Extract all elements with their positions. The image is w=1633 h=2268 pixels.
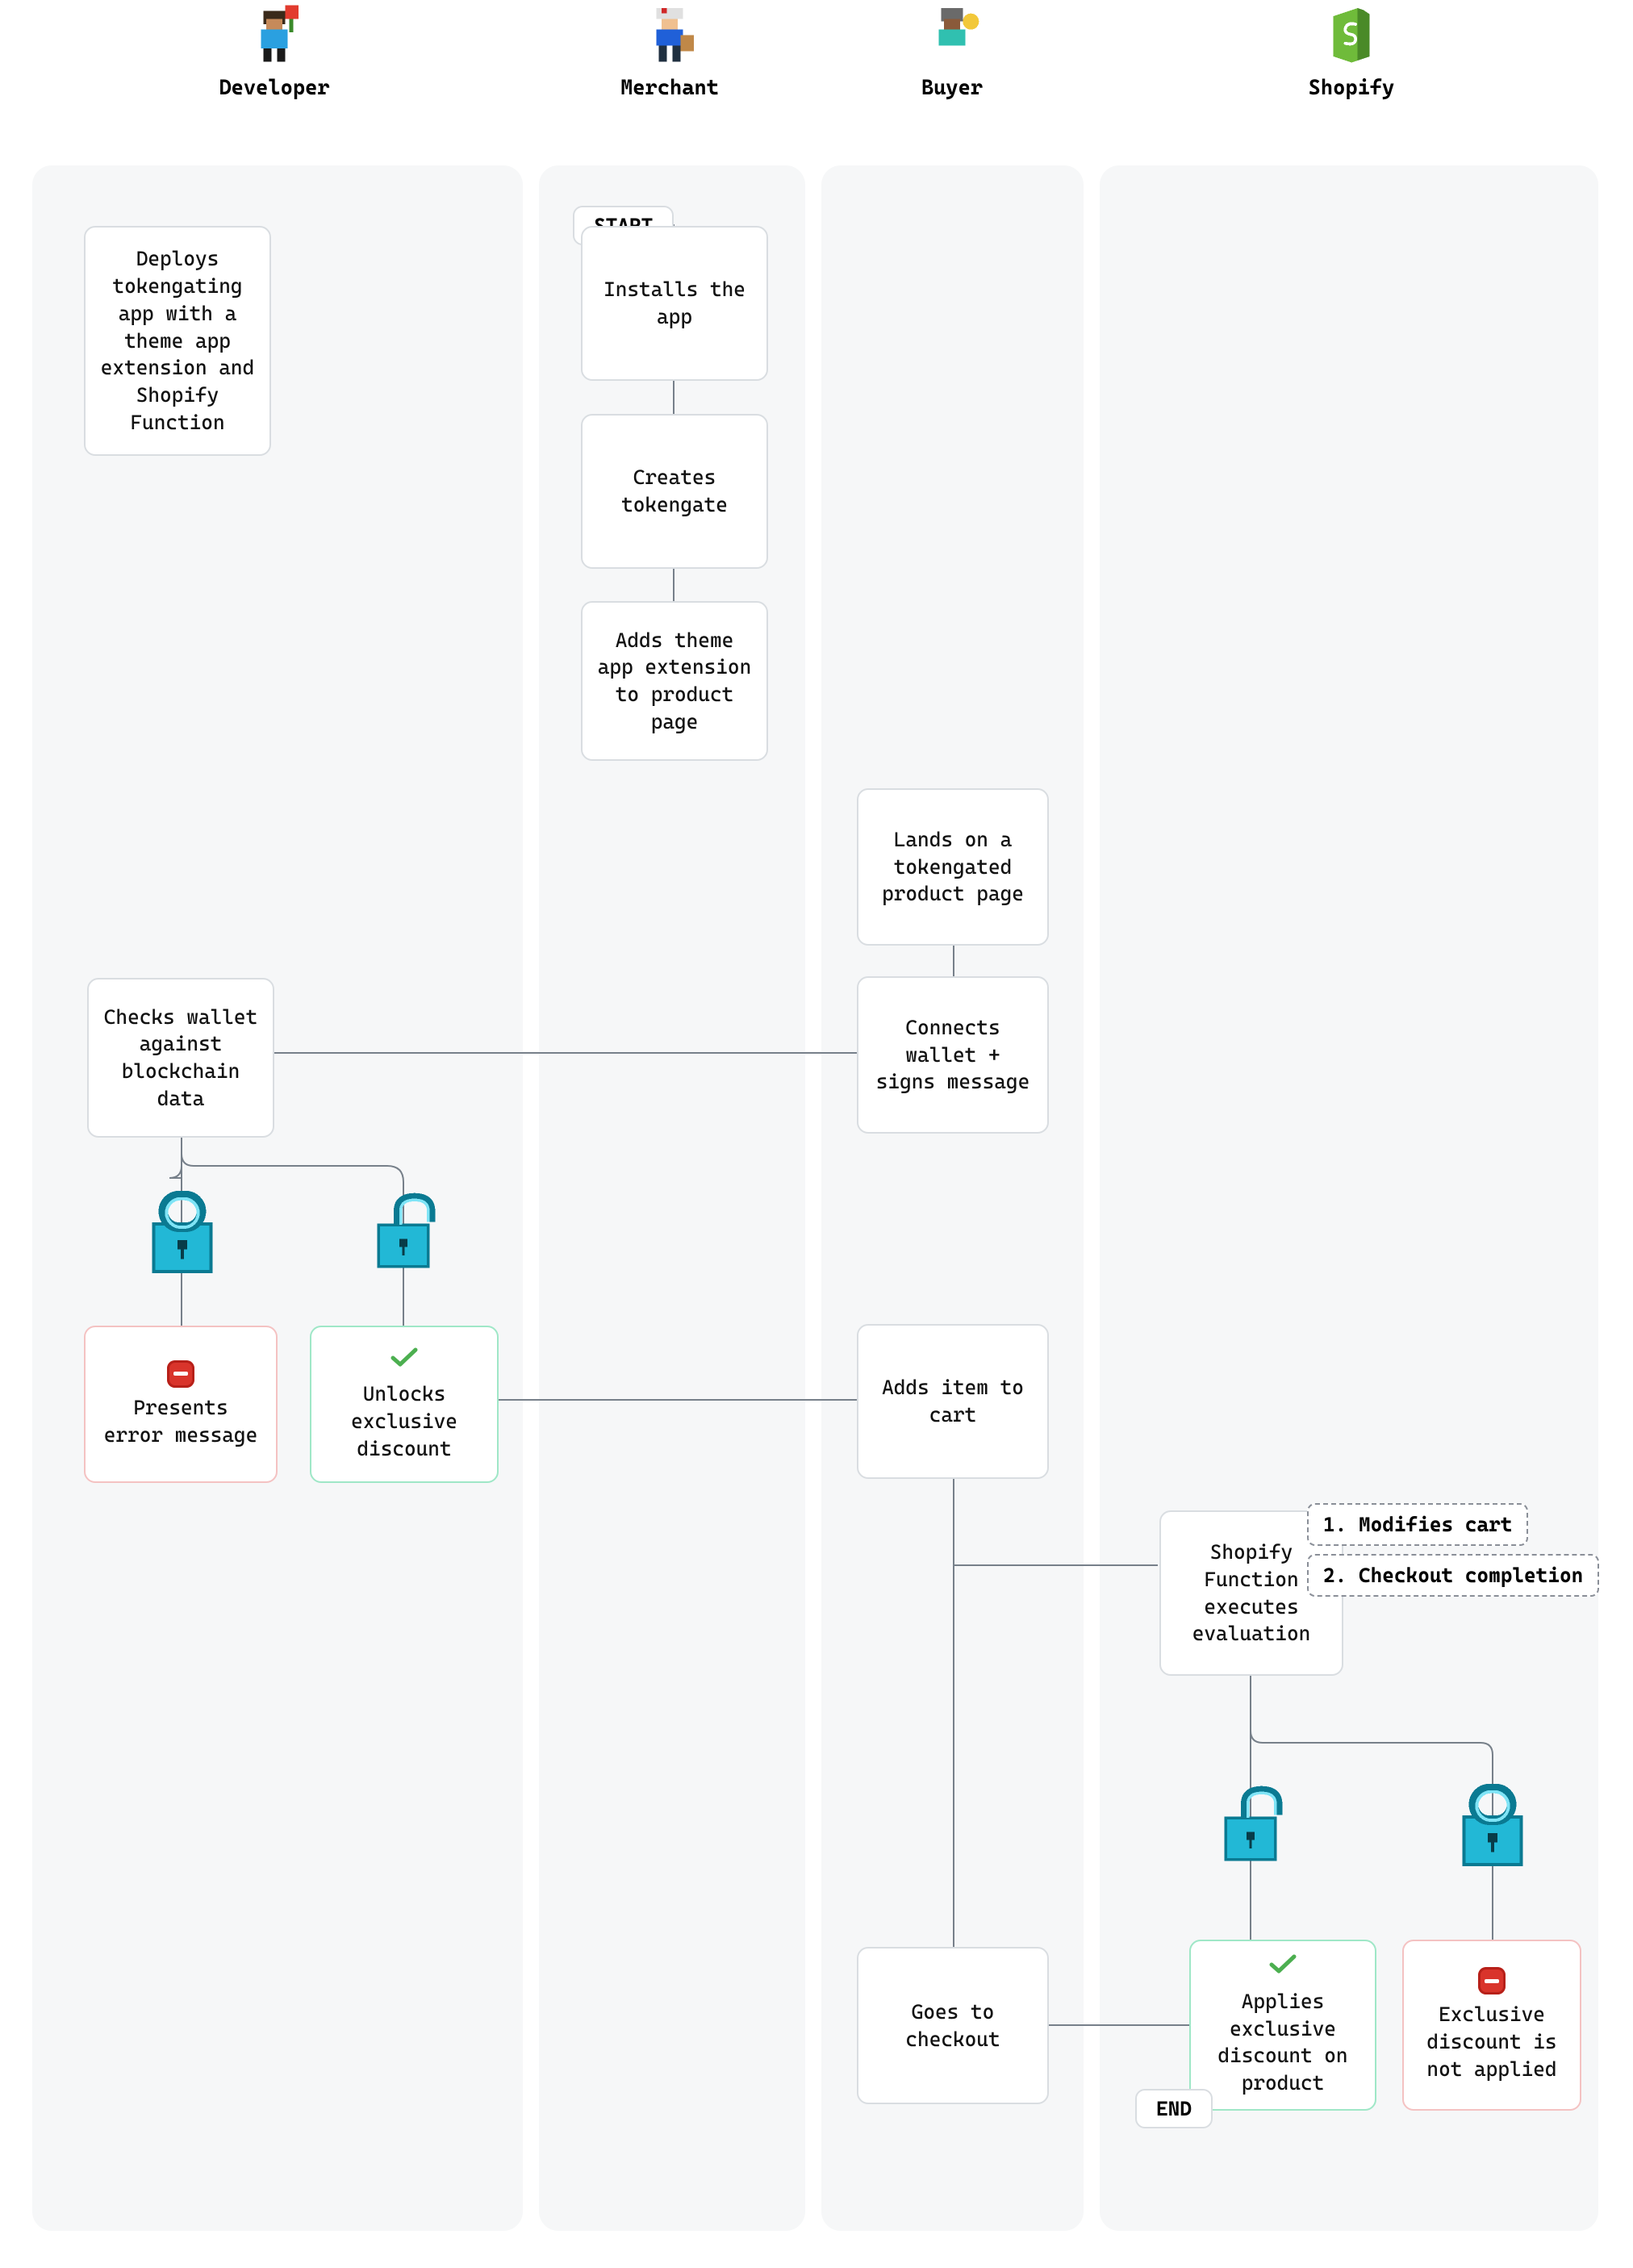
merchant-avatar-icon bbox=[637, 0, 702, 65]
lane-buyer bbox=[821, 165, 1084, 2231]
padlock-closed-icon bbox=[144, 1186, 221, 1275]
note-checkout-completion: 2. Checkout completion bbox=[1307, 1554, 1599, 1597]
stop-icon bbox=[167, 1360, 194, 1388]
padlock-open-icon bbox=[365, 1186, 442, 1275]
node-buyer-lands: Lands on a tokengated product page bbox=[857, 788, 1049, 946]
note-modifies-cart: 1. Modifies cart bbox=[1307, 1503, 1528, 1546]
padlock-open-icon bbox=[1212, 1779, 1289, 1868]
lane-header-merchant: Merchant bbox=[565, 0, 775, 100]
node-dev-unlocks: Unlocks exclusive discount bbox=[310, 1326, 499, 1483]
node-text: Creates tokengate bbox=[597, 464, 752, 519]
developer-avatar-icon bbox=[242, 0, 307, 65]
lane-header-shopify: Shopify bbox=[1247, 0, 1456, 100]
node-buyer-checkout: Goes to checkout bbox=[857, 1947, 1049, 2104]
node-text: Deploys tokengating app with a theme app… bbox=[100, 245, 255, 436]
node-merchant-adds-extension: Adds theme app extension to product page bbox=[581, 601, 768, 761]
node-dev-error: Presents error message bbox=[84, 1326, 278, 1483]
node-buyer-addcart: Adds item to cart bbox=[857, 1324, 1049, 1479]
node-text: Adds theme app extension to product page bbox=[597, 627, 752, 736]
lane-header-buyer: Buyer bbox=[847, 0, 1057, 100]
lane-label: Shopify bbox=[1247, 76, 1456, 100]
node-dev-checks: Checks wallet against blockchain data bbox=[87, 978, 274, 1138]
lane-developer bbox=[32, 165, 523, 2231]
stop-icon bbox=[1478, 1967, 1506, 1994]
node-text: Applies exclusive discount on product bbox=[1205, 1988, 1360, 2097]
check-icon bbox=[1269, 1953, 1297, 1982]
node-shopify-notapplied: Exclusive discount is not applied bbox=[1402, 1940, 1581, 2111]
node-text: Goes to checkout bbox=[873, 1999, 1033, 2053]
node-text: Exclusive discount is not applied bbox=[1418, 2001, 1565, 2082]
lane-label: Buyer bbox=[847, 76, 1057, 100]
node-buyer-connects: Connects wallet + signs message bbox=[857, 976, 1049, 1134]
lane-header-developer: Developer bbox=[169, 0, 379, 100]
node-text: Lands on a tokengated product page bbox=[873, 826, 1033, 908]
padlock-closed-icon bbox=[1454, 1779, 1531, 1868]
shopify-logo-icon bbox=[1319, 0, 1384, 65]
node-text: Shopify Function executes evaluation bbox=[1176, 1539, 1327, 1648]
node-text: Checks wallet against blockchain data bbox=[103, 1004, 258, 1113]
note-text: 2. Checkout completion bbox=[1323, 1564, 1583, 1587]
node-text: Presents error message bbox=[100, 1394, 261, 1449]
node-text: Unlocks exclusive discount bbox=[326, 1380, 482, 1462]
check-icon bbox=[390, 1347, 418, 1375]
pill-label: END bbox=[1156, 2097, 1192, 2120]
lane-label: Developer bbox=[169, 76, 379, 100]
note-text: 1. Modifies cart bbox=[1323, 1513, 1512, 1536]
node-dev-deploys: Deploys tokengating app with a theme app… bbox=[84, 226, 271, 456]
node-shopify-applies: Applies exclusive discount on product bbox=[1189, 1940, 1376, 2111]
node-merchant-creates: Creates tokengate bbox=[581, 414, 768, 569]
node-text: Connects wallet + signs message bbox=[873, 1014, 1033, 1096]
lane-label: Merchant bbox=[565, 76, 775, 100]
node-text: Installs the app bbox=[597, 276, 752, 331]
node-merchant-installs: Installs the app bbox=[581, 226, 768, 381]
end-pill: END bbox=[1135, 2089, 1213, 2128]
buyer-avatar-icon bbox=[920, 0, 984, 65]
lane-shopify bbox=[1100, 165, 1598, 2231]
node-text: Adds item to cart bbox=[873, 1374, 1033, 1429]
